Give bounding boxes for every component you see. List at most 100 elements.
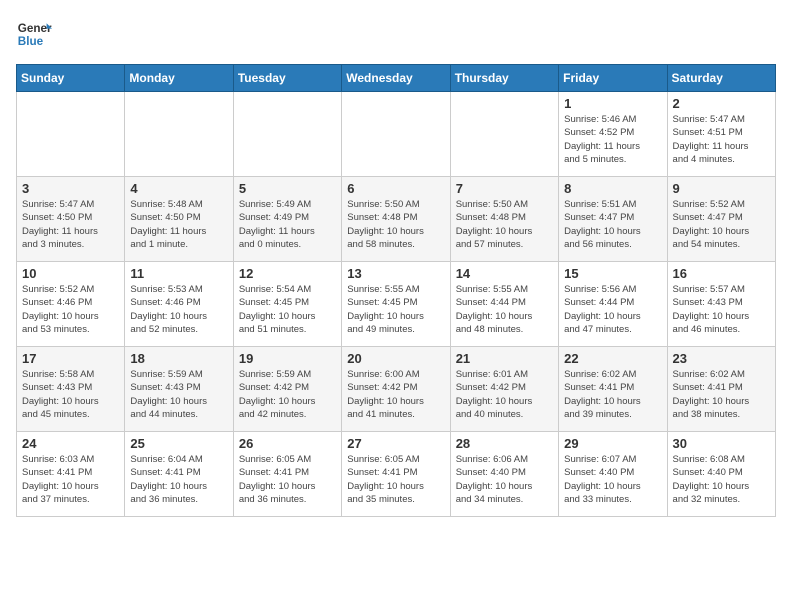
day-number: 11 [130,266,227,281]
day-number: 19 [239,351,336,366]
day-number: 6 [347,181,444,196]
logo-icon: General Blue [16,16,52,52]
day-number: 29 [564,436,661,451]
day-info: Sunrise: 5:49 AM Sunset: 4:49 PM Dayligh… [239,198,336,251]
day-number: 17 [22,351,119,366]
calendar-cell: 30 Sunrise: 6:08 AM Sunset: 4:40 PM Dayli… [667,432,775,517]
calendar-cell: 5 Sunrise: 5:49 AM Sunset: 4:49 PM Daylig… [233,177,341,262]
day-info: Sunrise: 5:55 AM Sunset: 4:44 PM Dayligh… [456,283,553,336]
day-info: Sunrise: 5:53 AM Sunset: 4:46 PM Dayligh… [130,283,227,336]
calendar-cell: 23 Sunrise: 6:02 AM Sunset: 4:41 PM Dayli… [667,347,775,432]
day-info: Sunrise: 5:59 AM Sunset: 4:42 PM Dayligh… [239,368,336,421]
calendar-cell: 8 Sunrise: 5:51 AM Sunset: 4:47 PM Daylig… [559,177,667,262]
day-number: 8 [564,181,661,196]
day-number: 23 [673,351,770,366]
calendar-cell: 7 Sunrise: 5:50 AM Sunset: 4:48 PM Daylig… [450,177,558,262]
calendar-cell: 21 Sunrise: 6:01 AM Sunset: 4:42 PM Dayli… [450,347,558,432]
day-info: Sunrise: 6:08 AM Sunset: 4:40 PM Dayligh… [673,453,770,506]
day-number: 2 [673,96,770,111]
day-info: Sunrise: 5:46 AM Sunset: 4:52 PM Dayligh… [564,113,661,166]
col-header-thursday: Thursday [450,65,558,92]
calendar-cell: 11 Sunrise: 5:53 AM Sunset: 4:46 PM Dayli… [125,262,233,347]
day-info: Sunrise: 5:50 AM Sunset: 4:48 PM Dayligh… [347,198,444,251]
day-number: 3 [22,181,119,196]
calendar-cell: 19 Sunrise: 5:59 AM Sunset: 4:42 PM Dayli… [233,347,341,432]
day-info: Sunrise: 5:58 AM Sunset: 4:43 PM Dayligh… [22,368,119,421]
calendar-cell: 26 Sunrise: 6:05 AM Sunset: 4:41 PM Dayli… [233,432,341,517]
page-header: General Blue [16,16,776,52]
day-number: 27 [347,436,444,451]
calendar-cell: 28 Sunrise: 6:06 AM Sunset: 4:40 PM Dayli… [450,432,558,517]
calendar-cell: 25 Sunrise: 6:04 AM Sunset: 4:41 PM Dayli… [125,432,233,517]
day-info: Sunrise: 6:03 AM Sunset: 4:41 PM Dayligh… [22,453,119,506]
day-info: Sunrise: 6:05 AM Sunset: 4:41 PM Dayligh… [239,453,336,506]
calendar-cell [125,92,233,177]
day-info: Sunrise: 5:50 AM Sunset: 4:48 PM Dayligh… [456,198,553,251]
calendar-cell: 24Sunrise: 6:03 AM Sunset: 4:41 PM Dayli… [17,432,125,517]
calendar-cell [450,92,558,177]
day-info: Sunrise: 5:48 AM Sunset: 4:50 PM Dayligh… [130,198,227,251]
calendar-cell: 1 Sunrise: 5:46 AM Sunset: 4:52 PM Daylig… [559,92,667,177]
day-number: 14 [456,266,553,281]
day-info: Sunrise: 5:55 AM Sunset: 4:45 PM Dayligh… [347,283,444,336]
calendar-cell [342,92,450,177]
day-number: 7 [456,181,553,196]
calendar-cell: 18 Sunrise: 5:59 AM Sunset: 4:43 PM Dayli… [125,347,233,432]
calendar-cell: 22Sunrise: 6:02 AM Sunset: 4:41 PM Dayli… [559,347,667,432]
calendar-cell: 16 Sunrise: 5:57 AM Sunset: 4:43 PM Dayli… [667,262,775,347]
day-number: 22 [564,351,661,366]
day-number: 18 [130,351,227,366]
calendar-cell: 9 Sunrise: 5:52 AM Sunset: 4:47 PM Daylig… [667,177,775,262]
calendar-cell: 20 Sunrise: 6:00 AM Sunset: 4:42 PM Dayli… [342,347,450,432]
col-header-friday: Friday [559,65,667,92]
day-info: Sunrise: 6:04 AM Sunset: 4:41 PM Dayligh… [130,453,227,506]
calendar-cell: 3 Sunrise: 5:47 AM Sunset: 4:50 PM Daylig… [17,177,125,262]
calendar-cell: 6 Sunrise: 5:50 AM Sunset: 4:48 PM Daylig… [342,177,450,262]
day-number: 1 [564,96,661,111]
calendar-cell: 15 Sunrise: 5:56 AM Sunset: 4:44 PM Dayli… [559,262,667,347]
calendar-cell: 13 Sunrise: 5:55 AM Sunset: 4:45 PM Dayli… [342,262,450,347]
day-number: 26 [239,436,336,451]
day-number: 28 [456,436,553,451]
day-number: 9 [673,181,770,196]
logo: General Blue [16,16,52,52]
day-info: Sunrise: 5:59 AM Sunset: 4:43 PM Dayligh… [130,368,227,421]
col-header-sunday: Sunday [17,65,125,92]
day-number: 25 [130,436,227,451]
calendar-table: SundayMondayTuesdayWednesdayThursdayFrid… [16,64,776,517]
day-number: 12 [239,266,336,281]
col-header-saturday: Saturday [667,65,775,92]
col-header-monday: Monday [125,65,233,92]
svg-text:Blue: Blue [18,35,44,48]
calendar-cell [17,92,125,177]
calendar-cell: 14 Sunrise: 5:55 AM Sunset: 4:44 PM Dayli… [450,262,558,347]
day-info: Sunrise: 5:52 AM Sunset: 4:46 PM Dayligh… [22,283,119,336]
day-number: 5 [239,181,336,196]
day-info: Sunrise: 5:57 AM Sunset: 4:43 PM Dayligh… [673,283,770,336]
day-info: Sunrise: 5:52 AM Sunset: 4:47 PM Dayligh… [673,198,770,251]
day-info: Sunrise: 6:00 AM Sunset: 4:42 PM Dayligh… [347,368,444,421]
day-info: Sunrise: 5:47 AM Sunset: 4:51 PM Dayligh… [673,113,770,166]
day-number: 20 [347,351,444,366]
day-info: Sunrise: 5:51 AM Sunset: 4:47 PM Dayligh… [564,198,661,251]
calendar-cell: 12 Sunrise: 5:54 AM Sunset: 4:45 PM Dayli… [233,262,341,347]
calendar-cell: 2 Sunrise: 5:47 AM Sunset: 4:51 PM Daylig… [667,92,775,177]
day-info: Sunrise: 5:54 AM Sunset: 4:45 PM Dayligh… [239,283,336,336]
day-info: Sunrise: 5:47 AM Sunset: 4:50 PM Dayligh… [22,198,119,251]
day-number: 16 [673,266,770,281]
calendar-cell: 29 Sunrise: 6:07 AM Sunset: 4:40 PM Dayli… [559,432,667,517]
day-number: 21 [456,351,553,366]
day-number: 4 [130,181,227,196]
day-info: Sunrise: 5:56 AM Sunset: 4:44 PM Dayligh… [564,283,661,336]
day-number: 30 [673,436,770,451]
day-number: 13 [347,266,444,281]
calendar-cell: 17 Sunrise: 5:58 AM Sunset: 4:43 PM Dayli… [17,347,125,432]
day-info: Sunrise: 6:06 AM Sunset: 4:40 PM Dayligh… [456,453,553,506]
col-header-tuesday: Tuesday [233,65,341,92]
day-info: Sunrise: 6:02 AM Sunset: 4:41 PM Dayligh… [673,368,770,421]
calendar-cell: 10Sunrise: 5:52 AM Sunset: 4:46 PM Dayli… [17,262,125,347]
day-number: 15 [564,266,661,281]
day-info: Sunrise: 6:01 AM Sunset: 4:42 PM Dayligh… [456,368,553,421]
day-info: Sunrise: 6:07 AM Sunset: 4:40 PM Dayligh… [564,453,661,506]
calendar-cell [233,92,341,177]
